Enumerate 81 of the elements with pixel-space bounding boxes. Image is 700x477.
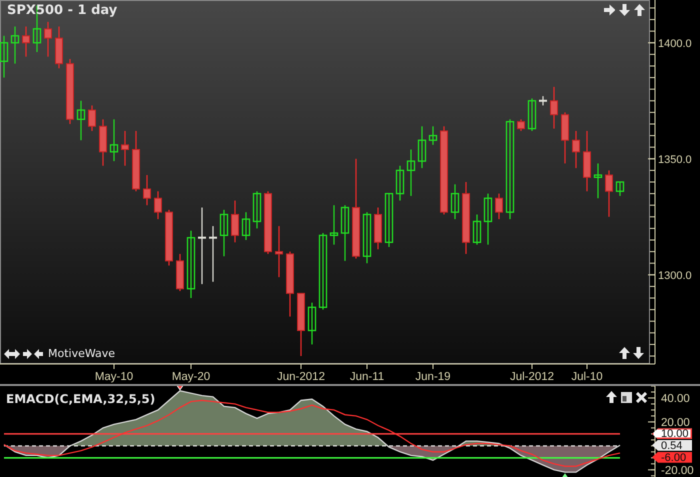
down-arrow-icon[interactable] — [619, 4, 630, 16]
right-arrow-icon[interactable] — [604, 4, 615, 16]
candlestick — [264, 191, 272, 254]
candlestick — [418, 126, 426, 168]
candlestick — [252, 191, 262, 228]
date-label: Jun-11 — [350, 371, 384, 383]
candlestick — [66, 59, 74, 124]
candlestick — [462, 182, 470, 254]
candlestick — [110, 119, 118, 162]
candlestick — [186, 230, 196, 298]
candlestick — [616, 181, 624, 196]
candlestick — [396, 166, 404, 201]
date-label: Jul-10 — [571, 371, 603, 383]
window-icon[interactable] — [621, 392, 632, 402]
candlestick — [143, 175, 151, 206]
up-arrow-icon[interactable] — [606, 391, 617, 403]
down-arrow-icon[interactable] — [633, 347, 644, 359]
candlestick — [428, 126, 438, 145]
up-arrow-icon[interactable] — [619, 347, 630, 359]
candlestick — [176, 254, 184, 292]
candlestick — [55, 26, 63, 68]
axis-label: 1300.0 — [658, 270, 692, 282]
candlestick — [384, 192, 394, 247]
candlestick — [10, 26, 20, 64]
candlestick — [484, 194, 492, 245]
candlestick — [242, 212, 250, 240]
candlestick — [22, 26, 30, 57]
candlestick — [88, 105, 96, 131]
candlestick — [165, 210, 173, 266]
candlestick — [374, 208, 382, 250]
candlestick — [539, 96, 547, 106]
candlestick — [275, 226, 283, 278]
value-tag: 0.54 — [652, 440, 692, 451]
candlestick — [99, 119, 107, 166]
candlestick — [517, 119, 525, 131]
up-arrow-icon[interactable] — [634, 4, 645, 16]
candlestick — [286, 252, 294, 317]
date-label: Jul-2012 — [510, 371, 554, 383]
double-arrow-icon[interactable] — [4, 348, 20, 358]
converging-arrows-icon[interactable] — [23, 348, 43, 358]
candlestick — [297, 292, 305, 356]
close-icon[interactable] — [636, 392, 647, 402]
axis-label: 40.00 — [661, 392, 690, 405]
level-tag: 10.00 — [652, 428, 692, 440]
up-triangle-icon — [560, 473, 570, 477]
candlestick — [406, 150, 416, 196]
candlestick — [0, 36, 8, 78]
candlestick — [572, 130, 580, 168]
candlestick — [550, 86, 558, 129]
axis-label: 20.00 — [661, 416, 690, 429]
candlestick — [154, 191, 162, 220]
candlestick — [583, 130, 591, 192]
date-label: May-10 — [94, 371, 134, 383]
date-label: May-20 — [172, 371, 210, 383]
candlestick — [231, 200, 239, 242]
candlestick — [132, 130, 140, 192]
date-label: Jun-2012 — [277, 371, 325, 383]
axis-label: -20.00 — [661, 464, 694, 477]
candlestick — [528, 98, 536, 131]
axis-label: 1400.0 — [658, 38, 692, 50]
candlestick — [495, 194, 503, 220]
date-label: Jun-19 — [415, 371, 451, 383]
candlestick — [209, 226, 217, 282]
candlestick — [472, 214, 482, 245]
candlestick — [121, 130, 129, 166]
down-triangle-icon — [174, 386, 186, 390]
value-tag: -6.00 — [652, 452, 692, 463]
candlestick — [594, 163, 602, 198]
candlestick — [330, 205, 338, 245]
candlestick — [76, 100, 86, 140]
candlestick — [340, 205, 350, 261]
candlestick — [44, 22, 52, 57]
candlestick — [308, 302, 316, 344]
candlestick — [362, 212, 372, 264]
candlestick — [561, 112, 569, 164]
indicator-title: EMACD(C,EMA,32,5,5) — [6, 392, 156, 406]
candlestick — [220, 210, 228, 256]
candlestick — [450, 184, 460, 220]
candlestick — [605, 170, 613, 217]
brand-label: MotiveWave — [48, 347, 116, 360]
axis-label: 1350.0 — [658, 154, 692, 166]
